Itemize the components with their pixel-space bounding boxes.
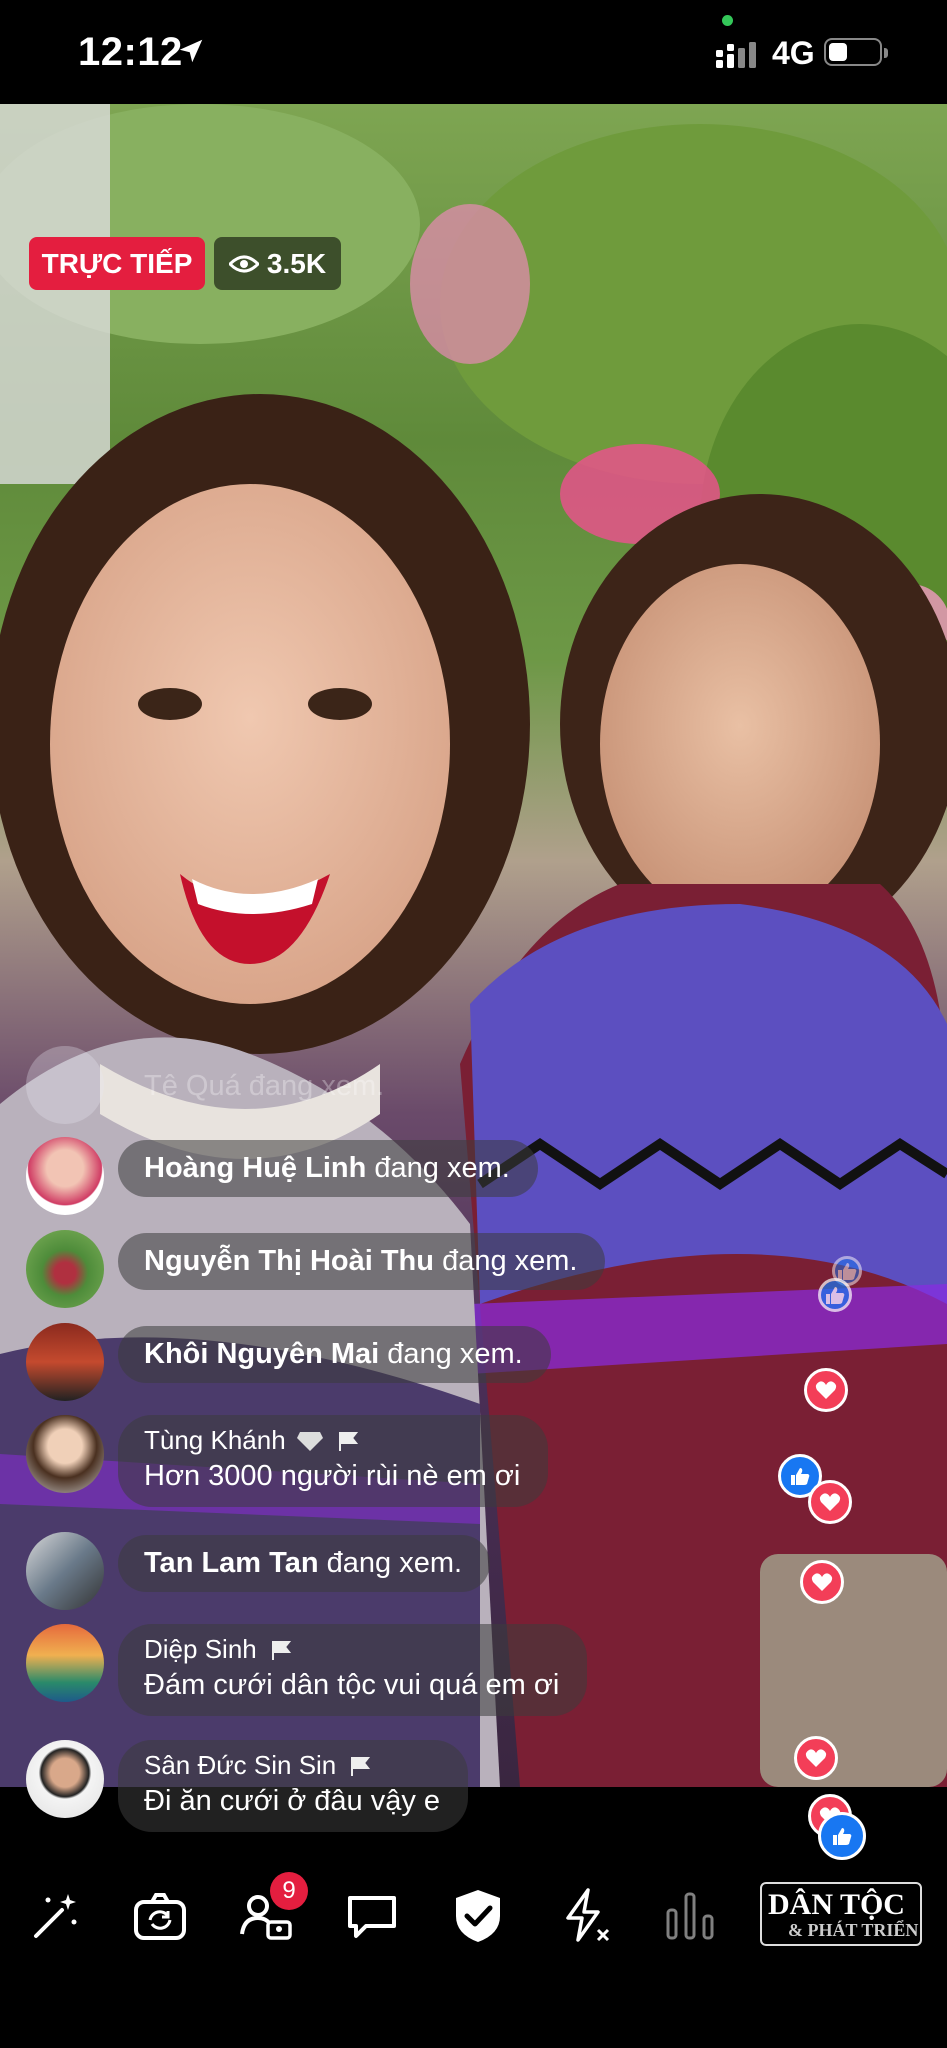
avatar[interactable]: [26, 1230, 104, 1308]
moderation-button[interactable]: [448, 1886, 508, 1946]
location-arrow-icon: [179, 39, 203, 63]
comment: Tùng Khánh Hơn 3000 người rùi nè em ơi: [26, 1415, 549, 1507]
comment-text: Đám cưới dân tộc vui quá em ơi: [144, 1669, 560, 1701]
comment-icon: [348, 1896, 396, 1938]
like-reaction-icon: [818, 1278, 852, 1312]
clock: 12:12: [78, 30, 183, 74]
diamond-badge-icon: [296, 1431, 323, 1451]
flip-camera-icon: [134, 1893, 186, 1940]
comment: Diệp Sinh Đám cưới dân tộc vui quá em ơi: [26, 1624, 588, 1716]
avatar[interactable]: [26, 1415, 104, 1493]
comment-join: Tan Lam Tan đang xem.: [26, 1532, 491, 1610]
avatar[interactable]: [26, 1532, 104, 1610]
comment: Sân Đức Sin Sin Đi ăn cưới ở đâu vậy e: [26, 1740, 469, 1832]
viewer-count: 3.5K: [266, 247, 327, 279]
comments-button[interactable]: [342, 1886, 402, 1946]
status-bar: 12:12 4G: [0, 0, 947, 104]
commenter-name[interactable]: Tan Lam Tan: [144, 1547, 319, 1579]
heart-reaction-icon: [808, 1480, 852, 1524]
commenter-name[interactable]: Sân Đức Sin Sin: [144, 1750, 336, 1781]
flag-badge-icon: [271, 1640, 291, 1660]
audio-level-button[interactable]: [660, 1886, 720, 1946]
like-reaction-icon: [818, 1812, 866, 1860]
comment-join: Nguyễn Thị Hoài Thu đang xem.: [26, 1230, 606, 1308]
avatar[interactable]: [26, 1137, 104, 1215]
heart-reaction-icon: [794, 1736, 838, 1780]
commenter-name[interactable]: Hoàng Huệ Linh: [144, 1152, 366, 1184]
commenter-name[interactable]: Nguyễn Thị Hoài Thu: [144, 1245, 434, 1277]
comment-text: Hơn 3000 người rùi nè em ơi: [144, 1460, 521, 1492]
flash-off-icon: [566, 1888, 610, 1942]
avatar[interactable]: [26, 1046, 104, 1124]
avatar[interactable]: [26, 1740, 104, 1818]
commenter-name[interactable]: Khôi Nguyên Mai: [144, 1338, 379, 1370]
flag-badge-icon: [338, 1431, 358, 1451]
flip-camera-button[interactable]: [130, 1886, 190, 1946]
battery-icon: [824, 38, 888, 66]
heart-reaction-icon: [800, 1560, 844, 1604]
signal-strength-icon: [716, 42, 756, 68]
commenter-name[interactable]: Tùng Khánh: [144, 1425, 286, 1456]
comment-text: Đi ăn cưới ở đâu vậy e: [144, 1785, 441, 1817]
comment-join: Khôi Nguyên Mai đang xem.: [26, 1323, 551, 1401]
network-type: 4G: [772, 35, 815, 71]
viewer-count-badge[interactable]: 3.5K: [214, 237, 341, 290]
heart-reaction-icon: [804, 1368, 848, 1412]
participants-count-badge: 9: [270, 1872, 308, 1910]
commenter-name: Tê Quá: [144, 1070, 241, 1102]
avatar[interactable]: [26, 1323, 104, 1401]
eye-icon: [228, 255, 259, 272]
flash-button[interactable]: [554, 1886, 614, 1946]
magic-wand-icon: [34, 1894, 77, 1938]
comment-join: Tê Quá đang xem.: [26, 1046, 412, 1124]
effects-button[interactable]: [24, 1886, 84, 1946]
privacy-indicator: [722, 15, 733, 26]
watermark-logo: DÂN TỘC & PHÁT TRIỂN: [760, 1882, 922, 1946]
shield-check-icon: [456, 1890, 500, 1942]
equalizer-icon: [666, 1892, 714, 1940]
avatar[interactable]: [26, 1624, 104, 1702]
flag-badge-icon: [351, 1756, 371, 1776]
live-badge: TRỰC TIẾP: [29, 237, 205, 290]
commenter-name[interactable]: Diệp Sinh: [144, 1634, 257, 1665]
comment-join: Hoàng Huệ Linh đang xem.: [26, 1137, 538, 1215]
